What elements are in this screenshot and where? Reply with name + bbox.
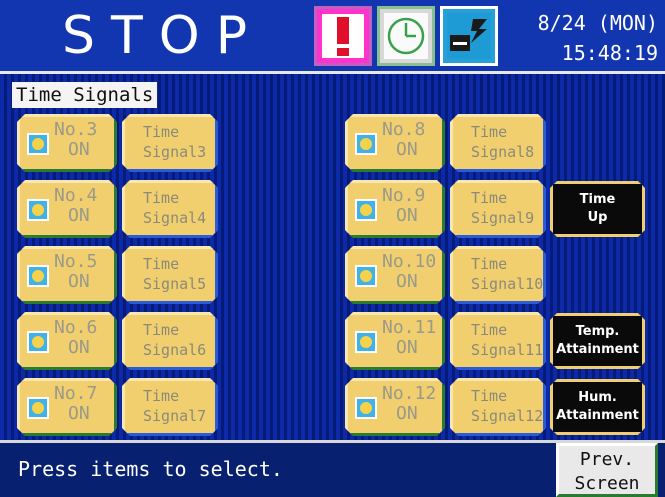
indicator-lamp-icon: [355, 133, 377, 155]
signal-number-label: No.8: [382, 119, 426, 140]
signal-name-line2: Signal12: [471, 407, 544, 425]
instruction-text: Press items to select.: [18, 457, 283, 481]
indicator-lamp-icon: [27, 331, 49, 353]
signal-number-label: No.10: [382, 251, 437, 272]
condition-label-line1: Hum.: [578, 390, 617, 405]
signal-name-line1: Time: [143, 189, 180, 207]
signal-state-label: ON: [68, 337, 90, 358]
hmi-screen: STOP 8/24 (MON) 15:48:19 Time Signals No…: [0, 0, 665, 497]
date-text: 8/24 (MON): [537, 11, 658, 35]
signal-number-button-5[interactable]: No.5 ON: [17, 246, 117, 304]
signal-name-line1: Time: [471, 123, 508, 141]
time-signal-button-5[interactable]: Time Signal5: [122, 246, 218, 304]
signal-number-label: No.5: [54, 251, 98, 272]
signal-number-label: No.7: [54, 383, 98, 404]
indicator-lamp-icon: [27, 199, 49, 221]
signal-name-line1: Time: [471, 255, 508, 273]
communication-icon[interactable]: [440, 6, 498, 66]
time-text: 15:48:19: [561, 41, 658, 65]
prev-screen-button[interactable]: Prev. Screen: [556, 443, 658, 497]
time-signal-button-11[interactable]: Time Signal11: [450, 312, 546, 370]
signal-state-label: ON: [396, 271, 418, 292]
condition-label-line2: Attainment: [556, 342, 639, 357]
signal-name-line1: Time: [471, 321, 508, 339]
time-up-button[interactable]: Time Up: [550, 181, 645, 237]
time-signal-button-12[interactable]: Time Signal12: [450, 378, 546, 436]
indicator-lamp-icon: [27, 133, 49, 155]
signal-number-button-6[interactable]: No.6 ON: [17, 312, 117, 370]
signal-number-label: No.6: [54, 317, 98, 338]
signal-number-button-8[interactable]: No.8 ON: [345, 114, 445, 172]
prev-screen-label-line2: Screen: [574, 473, 640, 494]
time-signal-button-3[interactable]: Time Signal3: [122, 114, 218, 172]
time-signal-button-4[interactable]: Time Signal4: [122, 180, 218, 238]
signal-name-line1: Time: [143, 255, 180, 273]
condition-label-line1: Temp.: [575, 324, 620, 339]
signal-name-line2: Signal8: [471, 143, 535, 161]
signal-number-button-4[interactable]: No.4 ON: [17, 180, 117, 238]
signal-name-line2: Signal3: [143, 143, 207, 161]
indicator-lamp-icon: [355, 397, 377, 419]
signal-number-button-3[interactable]: No.3 ON: [17, 114, 117, 172]
signal-name-line2: Signal4: [143, 209, 207, 227]
time-signal-button-6[interactable]: Time Signal6: [122, 312, 218, 370]
signal-state-label: ON: [396, 403, 418, 424]
page-title: Time Signals: [12, 82, 158, 108]
signal-state-label: ON: [396, 337, 418, 358]
signal-name-line1: Time: [471, 387, 508, 405]
indicator-lamp-icon: [355, 331, 377, 353]
signal-number-label: No.9: [382, 185, 426, 206]
signal-name-line1: Time: [143, 387, 180, 405]
signal-number-button-7[interactable]: No.7 ON: [17, 378, 117, 436]
signal-number-label: No.11: [382, 317, 437, 338]
signal-number-button-9[interactable]: No.9 ON: [345, 180, 445, 238]
alarm-icon[interactable]: [314, 6, 372, 66]
clock-icon[interactable]: [377, 6, 435, 66]
signal-name-line2: Signal10: [471, 275, 544, 293]
time-signal-button-10[interactable]: Time Signal10: [450, 246, 546, 304]
prev-screen-label-line1: Prev.: [579, 449, 635, 470]
signal-state-label: ON: [396, 139, 418, 160]
indicator-lamp-icon: [27, 265, 49, 287]
time-signal-button-7[interactable]: Time Signal7: [122, 378, 218, 436]
signal-name-line1: Time: [143, 123, 180, 141]
indicator-lamp-icon: [355, 199, 377, 221]
signal-state-label: ON: [68, 205, 90, 226]
signal-number-button-12[interactable]: No.12 ON: [345, 378, 445, 436]
signal-name-line1: Time: [471, 189, 508, 207]
date-time-display: 8/24 (MON) 15:48:19: [512, 8, 658, 68]
indicator-lamp-icon: [355, 265, 377, 287]
signal-state-label: ON: [68, 271, 90, 292]
condition-label-line1: Time: [579, 192, 616, 207]
condition-label-line2: Up: [587, 210, 608, 225]
signal-number-label: No.12: [382, 383, 437, 404]
signal-name-line2: Signal7: [143, 407, 207, 425]
operation-status: STOP: [62, 6, 264, 66]
signal-name-line2: Signal11: [471, 341, 544, 359]
signal-state-label: ON: [68, 403, 90, 424]
signal-name-line2: Signal5: [143, 275, 207, 293]
signal-name-line1: Time: [143, 321, 180, 339]
signal-name-line2: Signal6: [143, 341, 207, 359]
signal-number-label: No.4: [54, 185, 98, 206]
condition-label-line2: Attainment: [556, 408, 639, 423]
signal-state-label: ON: [68, 139, 90, 160]
indicator-lamp-icon: [27, 397, 49, 419]
temp-attainment-button[interactable]: Temp. Attainment: [550, 313, 645, 369]
signal-number-button-10[interactable]: No.10 ON: [345, 246, 445, 304]
header-bar: STOP 8/24 (MON) 15:48:19: [0, 0, 665, 74]
time-signal-button-8[interactable]: Time Signal8: [450, 114, 546, 172]
signal-name-line2: Signal9: [471, 209, 535, 227]
signal-number-label: No.3: [54, 119, 98, 140]
signal-state-label: ON: [396, 205, 418, 226]
time-signal-button-9[interactable]: Time Signal9: [450, 180, 546, 238]
signal-number-button-11[interactable]: No.11 ON: [345, 312, 445, 370]
hum-attainment-button[interactable]: Hum. Attainment: [550, 379, 645, 435]
